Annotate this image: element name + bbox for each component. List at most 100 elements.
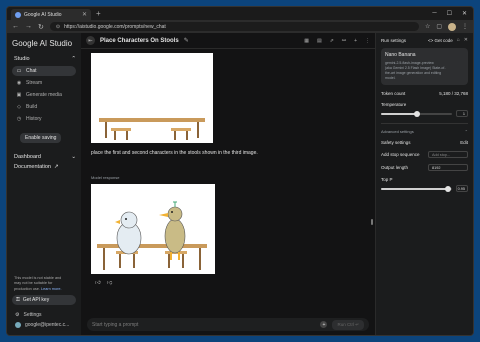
external-link-icon: ↗ <box>54 164 59 170</box>
sidebar-item-build[interactable]: ◇ Build <box>12 102 76 112</box>
run-settings-panel: Run settings <> Get code ⌂ ✕ Nano Banana… <box>376 33 473 335</box>
site-info-icon[interactable]: ⊙ <box>56 24 60 30</box>
account-item[interactable]: google@ipentec.c... <box>12 320 76 330</box>
advanced-settings-header[interactable]: Advanced settings ⌃ <box>381 123 468 134</box>
settings-item[interactable]: ⚙ Settings <box>12 310 76 320</box>
forward-arrow-icon[interactable]: → <box>25 23 32 30</box>
stop-sequence-input[interactable]: Add stop... <box>428 151 468 158</box>
compare-icon[interactable]: ▦ <box>304 38 309 44</box>
sidebar-item-label: Build <box>26 104 38 110</box>
ai-studio-favicon-icon <box>15 11 21 18</box>
url-field[interactable]: ⊙ https://aistudio.google.com/prompts/ne… <box>49 22 419 31</box>
temperature-label: Temperature <box>381 102 407 107</box>
address-bar-row: ← → ↻ ⊙ https://aistudio.google.com/prom… <box>7 20 473 33</box>
top-p-thumb[interactable] <box>445 185 452 192</box>
safety-settings-row: Safety settings Edit <box>381 140 468 145</box>
link-icon[interactable]: ⚯ <box>342 38 346 44</box>
sidebar-item-stream[interactable]: ◉ Stream <box>12 78 76 88</box>
get-api-key-label: Get API key <box>22 297 50 303</box>
uploaded-image-stools[interactable] <box>91 53 213 143</box>
stream-icon: ◉ <box>16 80 22 86</box>
minimize-icon[interactable]: ─ <box>432 10 436 17</box>
top-p-row: Top P <box>381 177 468 182</box>
back-arrow-icon[interactable]: ← <box>12 23 19 30</box>
maximize-icon[interactable]: ☐ <box>447 10 452 17</box>
temperature-thumb[interactable] <box>413 110 420 117</box>
bookmark-star-icon[interactable]: ☆ <box>425 23 430 30</box>
dashboard-section-header[interactable]: Dashboard ⌄ <box>14 154 76 160</box>
window-controls: ─ ☐ ✕ <box>432 10 473 17</box>
documentation-link[interactable]: Documentation ↗ <box>14 164 76 170</box>
new-tab-icon[interactable]: + <box>96 9 101 18</box>
media-icon: ▣ <box>16 92 22 98</box>
reload-icon[interactable]: ↻ <box>38 23 44 31</box>
get-code-label: Get code <box>434 37 453 43</box>
top-p-slider-row: 0.95 <box>381 185 468 192</box>
studio-section-header[interactable]: Studio ⌃ <box>14 56 76 62</box>
token-count-label: Token count <box>381 91 406 96</box>
enable-saving-button[interactable]: Enable saving <box>20 133 62 143</box>
browser-toolbar-icons: ☆ ▢ ⋮ <box>425 22 468 31</box>
advanced-settings-label: Advanced settings <box>381 129 414 134</box>
model-selector[interactable]: Nano Banana gemini-2.5-flash-image-previ… <box>381 48 468 85</box>
sidebar-item-label: History <box>26 116 42 122</box>
chat-icon: ▭ <box>16 68 22 74</box>
settings-label: Settings <box>23 312 42 318</box>
close-panel-icon[interactable]: ✕ <box>464 37 468 43</box>
top-p-fill <box>381 187 449 190</box>
browser-window: Google AI Studio ✕ + ─ ☐ ✕ ← → ↻ ⊙ https… <box>6 6 474 336</box>
documentation-label: Documentation <box>14 164 51 170</box>
thumbs-up-icon[interactable]: 👍︎ <box>95 280 101 286</box>
brand-logo[interactable]: Google AI Studio <box>12 39 76 48</box>
top-p-input[interactable]: 0.95 <box>456 185 468 192</box>
output-length-label: Output length <box>381 165 409 170</box>
model-description: gemini-2.5-flash-image-preview (aka Gemi… <box>385 61 464 81</box>
scrollbar-thumb[interactable] <box>371 219 373 225</box>
left-sidebar: Google AI Studio Studio ⌃ ▭ Chat ◉ Strea… <box>7 33 81 335</box>
run-button[interactable]: Run Ctrl ↵ <box>332 319 364 330</box>
sidebar-bottom: This model is not stable and may not be … <box>12 276 76 331</box>
temperature-fill <box>381 112 417 115</box>
stop-sequence-label: Add stop sequence <box>381 152 420 157</box>
share-icon[interactable]: ⇗ <box>330 38 334 44</box>
sidebar-item-generate-media[interactable]: ▣ Generate media <box>12 90 76 100</box>
chat-area: ⇤ Place Characters On Stools ✎ ▦ ▤ ⇗ ⚯ +… <box>81 33 376 335</box>
profile-avatar[interactable] <box>448 22 456 31</box>
prompt-input[interactable]: Start typing a prompt + Run Ctrl ↵ <box>87 318 369 331</box>
user-prompt-text: place the first and second characters in… <box>91 150 258 156</box>
browser-tab[interactable]: Google AI Studio ✕ <box>11 9 91 20</box>
note-line: production use. <box>14 286 40 291</box>
chat-header: ⇤ Place Characters On Stools ✎ ▦ ▤ ⇗ ⚯ +… <box>81 33 375 49</box>
run-settings-header: Run settings <> Get code ⌂ ✕ <box>381 37 468 43</box>
extensions-icon[interactable]: ▢ <box>436 23 442 30</box>
add-attachment-icon[interactable]: + <box>320 321 328 328</box>
history-icon: ◷ <box>16 116 22 122</box>
top-p-label: Top P <box>381 177 393 182</box>
reset-icon[interactable]: ⌂ <box>457 37 460 43</box>
sidebar-item-chat[interactable]: ▭ Chat <box>12 66 76 76</box>
learn-more-link[interactable]: Learn more. <box>41 287 61 291</box>
output-length-row: Output length 8192 <box>381 164 468 171</box>
close-window-icon[interactable]: ✕ <box>462 10 467 17</box>
collapse-sidebar-icon[interactable]: ⇤ <box>86 36 95 45</box>
top-p-slider[interactable] <box>381 185 452 192</box>
browser-menu-icon[interactable]: ⋮ <box>462 23 468 30</box>
temperature-input[interactable]: 1 <box>456 110 468 117</box>
generated-image[interactable] <box>91 184 215 274</box>
safety-edit-button[interactable]: Edit <box>460 140 468 145</box>
edit-title-icon[interactable]: ✎ <box>184 37 189 44</box>
temperature-row: Temperature <box>381 102 468 107</box>
output-length-input[interactable]: 8192 <box>428 164 468 171</box>
thumbs-down-icon[interactable]: 👎︎ <box>107 280 113 286</box>
close-tab-icon[interactable]: ✕ <box>82 11 87 18</box>
new-chat-icon[interactable]: + <box>354 38 357 44</box>
sidebar-item-label: Generate media <box>26 92 62 98</box>
temperature-slider[interactable] <box>381 110 452 117</box>
get-api-key-button[interactable]: ⚿ Get API key <box>12 295 76 305</box>
gear-icon: ⚙ <box>15 312 20 318</box>
tab-title: Google AI Studio <box>24 11 62 18</box>
sidebar-item-history[interactable]: ◷ History <box>12 114 76 124</box>
get-code-button[interactable]: <> Get code <box>428 38 453 43</box>
save-icon[interactable]: ▤ <box>317 38 322 44</box>
more-options-icon[interactable]: ⋮ <box>365 38 370 44</box>
